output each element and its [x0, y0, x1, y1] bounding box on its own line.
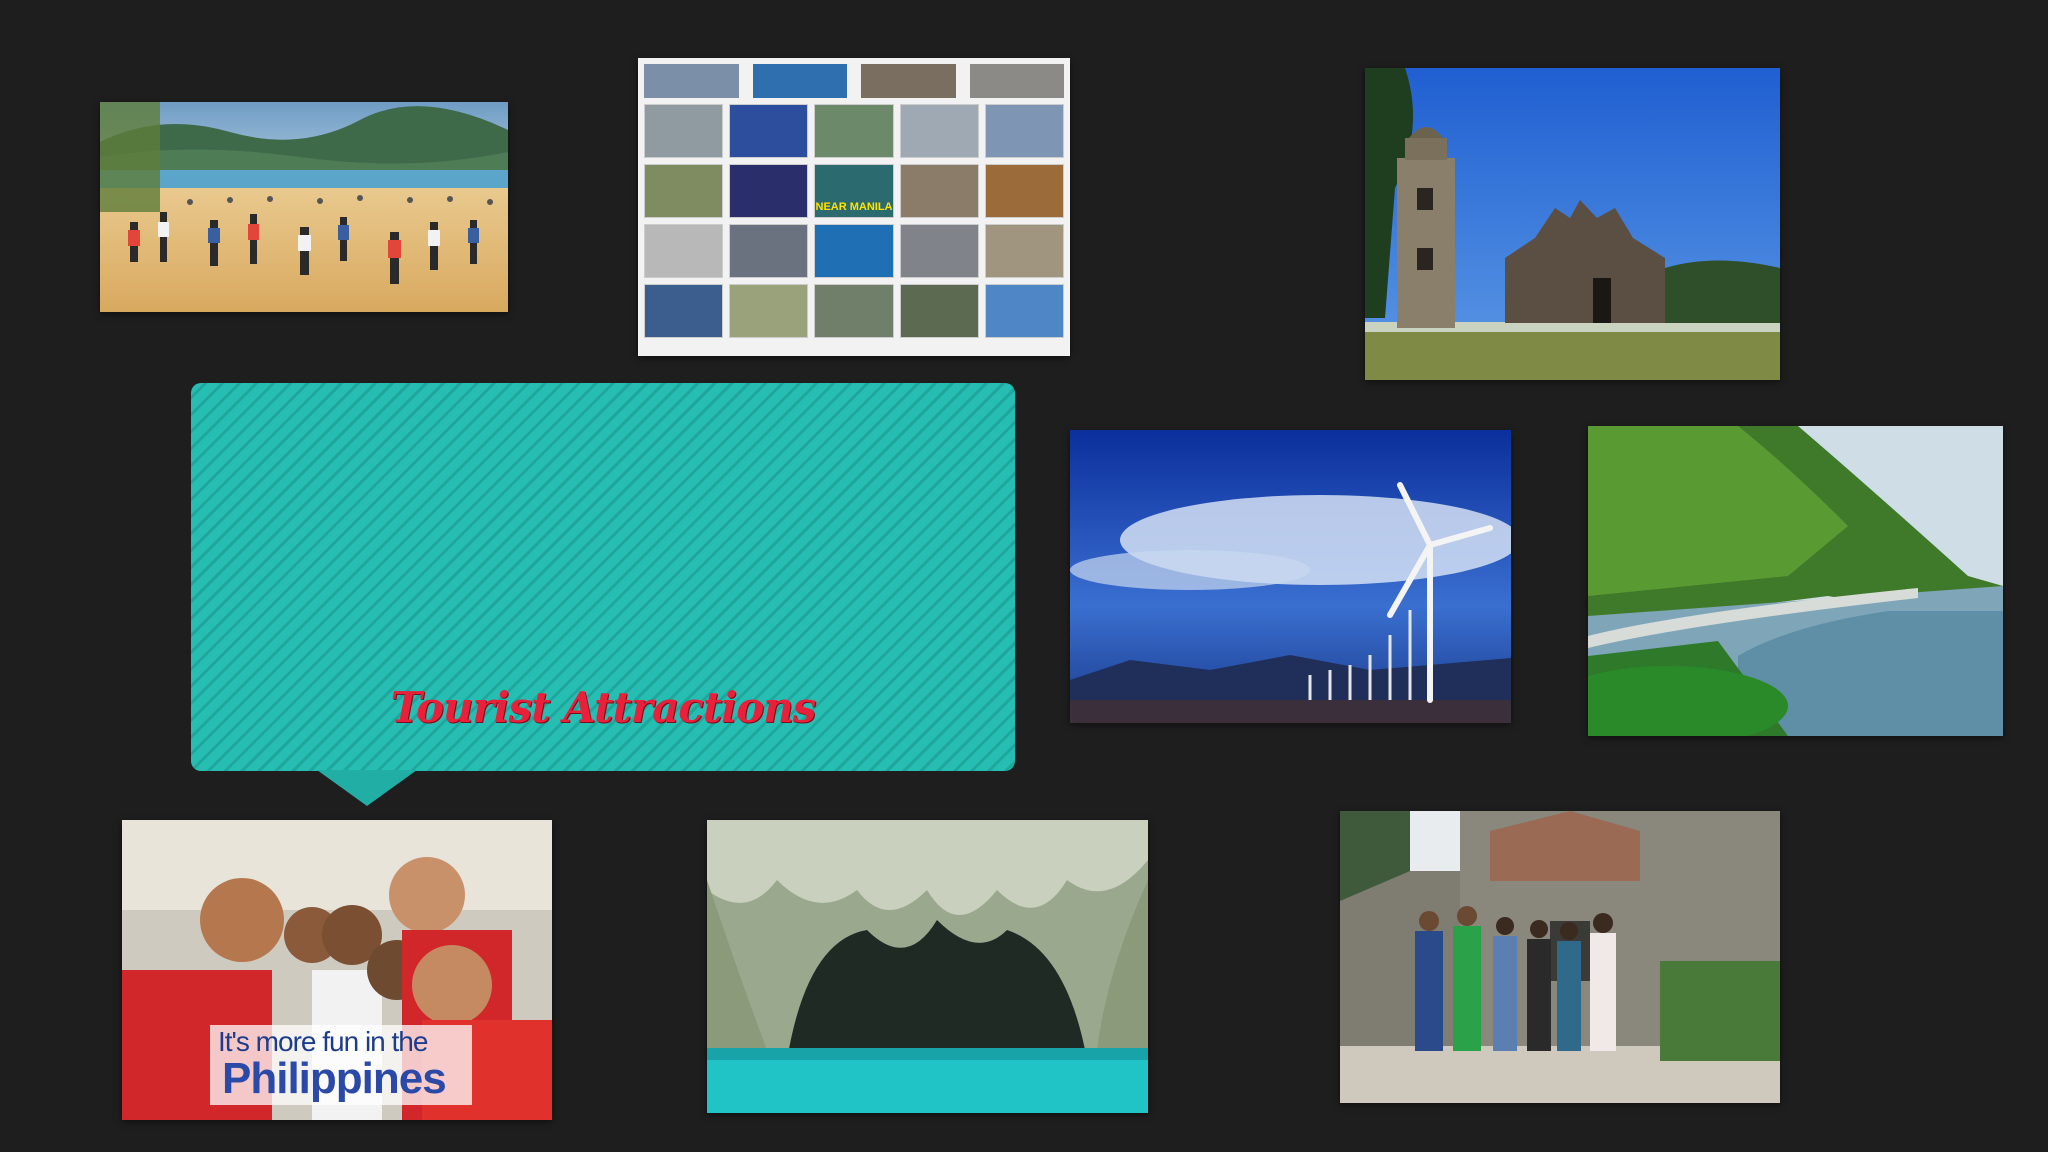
title-callout-box: Tourist Attractions	[191, 383, 1015, 771]
crowded-beach-photo	[100, 102, 508, 312]
fort-group-photo	[1340, 811, 1780, 1103]
fun-banner-line2: Philippines	[222, 1054, 447, 1103]
its-more-fun-photo: It's more fun in the Philippines	[122, 820, 552, 1120]
near-manila-label: NEAR MANILA	[814, 164, 894, 218]
coastal-viaduct-photo	[1588, 426, 2003, 736]
underground-river-cave-photo	[707, 820, 1148, 1113]
attractions-collage-photo: NEAR MANILA	[638, 58, 1070, 356]
callout-pointer	[317, 770, 417, 806]
collage-grid: NEAR MANILA	[644, 64, 1065, 350]
slide-title: Tourist Attractions	[390, 683, 817, 732]
baroque-church-photo	[1365, 68, 1780, 380]
wind-farm-photo	[1070, 430, 1511, 723]
